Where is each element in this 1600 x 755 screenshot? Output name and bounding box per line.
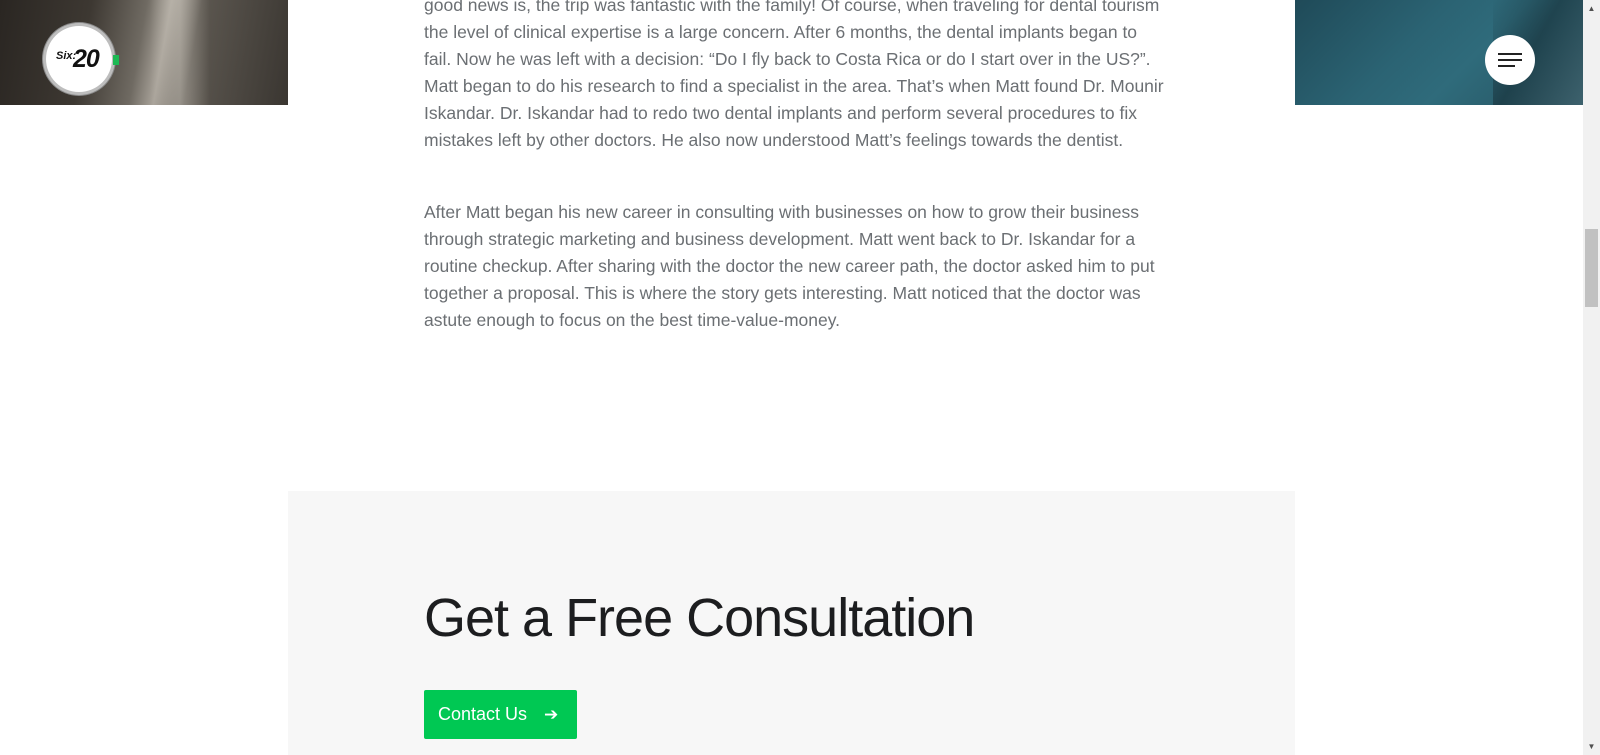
- page-scrollbar[interactable]: ▲ ▼: [1583, 0, 1600, 755]
- arrow-right-icon: ➔: [544, 704, 559, 724]
- scroll-up-icon[interactable]: ▲: [1583, 0, 1600, 17]
- scrollbar-thumb[interactable]: [1585, 229, 1598, 307]
- article-paragraph: After Matt began his new career in consu…: [424, 202, 1155, 330]
- hamburger-menu-icon-line: [1498, 59, 1522, 61]
- logo-big-text: 20: [73, 45, 100, 73]
- page: Six: 20 good news is, the trip was fanta…: [0, 0, 1583, 755]
- scroll-down-icon[interactable]: ▼: [1583, 738, 1600, 755]
- contact-us-label: Contact Us: [438, 704, 528, 724]
- hero-image-left: [0, 0, 288, 105]
- menu-button[interactable]: [1485, 35, 1535, 85]
- hamburger-menu-icon: [1498, 53, 1522, 55]
- consultation-heading: Get a Free Consultation: [424, 588, 975, 648]
- contact-us-button[interactable]: Contact Us ➔: [424, 690, 577, 739]
- site-logo[interactable]: Six: 20: [46, 26, 119, 92]
- hero-image-right: [1295, 0, 1583, 105]
- hamburger-menu-icon-line: [1498, 65, 1515, 67]
- logo-accent-mark: [113, 55, 119, 65]
- article-paragraph: good news is, the trip was fantastic wit…: [424, 0, 1164, 150]
- article-body: good news is, the trip was fantastic wit…: [424, 0, 1164, 334]
- consultation-section: Get a Free Consultation Contact Us ➔: [288, 491, 1295, 755]
